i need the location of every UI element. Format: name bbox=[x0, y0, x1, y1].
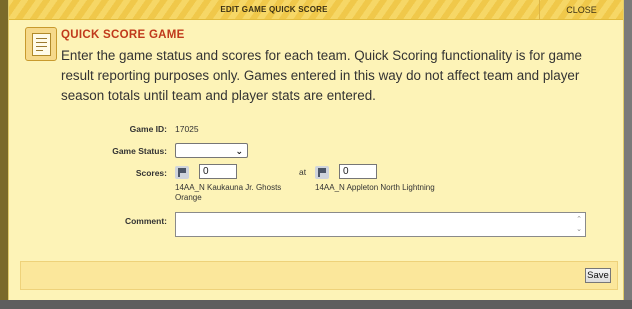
quick-score-dialog: EDIT GAME QUICK SCORE CLOSE QUICK SCORE … bbox=[8, 0, 624, 300]
at-separator: at bbox=[299, 167, 307, 177]
intro-text: Enter the game status and scores for eac… bbox=[61, 48, 582, 103]
game-id-value: 17025 bbox=[175, 124, 199, 134]
scores-label: Scores: bbox=[135, 168, 167, 178]
scoresheet-icon bbox=[25, 27, 57, 61]
flag-icon bbox=[315, 166, 329, 179]
save-button[interactable]: Save bbox=[585, 268, 611, 283]
away-score-input[interactable]: 0 bbox=[339, 164, 377, 179]
comment-field[interactable]: ⌃ ⌄ bbox=[175, 212, 586, 237]
home-score-input[interactable]: 0 bbox=[199, 164, 237, 179]
page-backdrop-right bbox=[624, 0, 632, 309]
dialog-title: EDIT GAME QUICK SCORE bbox=[220, 5, 328, 14]
chevron-down-icon: ⌄ bbox=[235, 146, 243, 156]
away-team-name: 14AA_N Appleton North Lightning bbox=[315, 183, 435, 192]
chevron-up-icon[interactable]: ⌃ bbox=[576, 216, 582, 223]
game-id-label: Game ID: bbox=[129, 124, 167, 134]
dialog-footer: Save bbox=[20, 261, 618, 290]
dialog-titlebar: EDIT GAME QUICK SCORE CLOSE bbox=[9, 0, 623, 20]
chevron-down-icon[interactable]: ⌄ bbox=[576, 226, 582, 233]
page-title: QUICK SCORE GAME bbox=[61, 29, 185, 41]
close-button[interactable]: CLOSE bbox=[539, 0, 623, 20]
page-backdrop-bottom bbox=[0, 300, 632, 309]
page-backdrop-left bbox=[0, 0, 8, 309]
home-team-name: 14AA_N Kaukauna Jr. Ghosts Orange bbox=[175, 183, 282, 202]
game-status-label: Game Status: bbox=[112, 146, 167, 156]
game-status-select[interactable]: ⌄ bbox=[175, 143, 248, 158]
comment-label: Comment: bbox=[124, 216, 167, 226]
flag-icon bbox=[175, 166, 189, 179]
